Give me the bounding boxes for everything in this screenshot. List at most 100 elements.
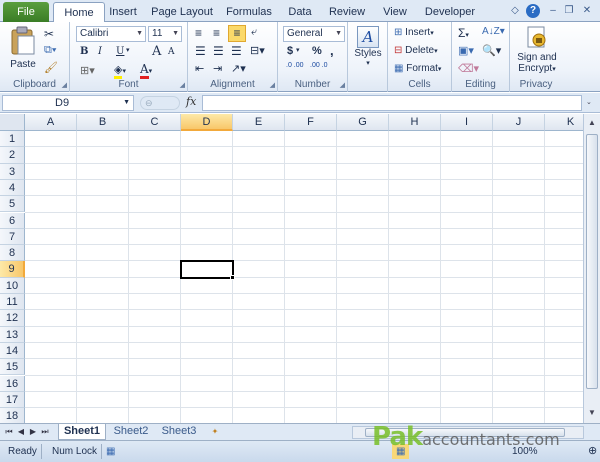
tab-data[interactable]: Data	[284, 2, 316, 22]
font-color-icon[interactable]: A▾	[140, 62, 152, 79]
fill-icon[interactable]: ▣▾	[458, 44, 474, 57]
tab-review[interactable]: Review	[326, 2, 368, 22]
active-cell[interactable]	[180, 260, 234, 279]
sign-encrypt-button[interactable]: Sign and Encrypt▾	[514, 25, 560, 75]
currency-dropdown-icon[interactable]: ▾	[296, 46, 300, 54]
tab-home[interactable]: Home	[53, 2, 105, 22]
vertical-scrollbar[interactable]: ▲ ▼	[583, 114, 600, 423]
row-header-1[interactable]: 1	[0, 131, 25, 148]
zoom-in-icon[interactable]: ⊕	[584, 444, 600, 459]
column-header-i[interactable]: I	[441, 114, 493, 131]
row-header-5[interactable]: 5	[0, 196, 25, 213]
underline-dropdown-icon[interactable]: ▾	[126, 46, 130, 54]
decrease-indent-icon[interactable]: ⇤	[195, 62, 204, 75]
vertical-scroll-thumb[interactable]	[586, 134, 598, 389]
restore-icon[interactable]: ❐	[562, 4, 576, 18]
styles-button[interactable]: A Styles ▾	[352, 26, 384, 67]
sheet-tab-sheet2[interactable]: Sheet2	[108, 424, 154, 440]
column-header-g[interactable]: G	[337, 114, 389, 131]
minimize-ribbon-icon[interactable]: ◇	[508, 4, 522, 18]
row-header-6[interactable]: 6	[0, 212, 25, 229]
sheet-tab-sheet1[interactable]: Sheet1	[58, 424, 106, 440]
sort-filter-icon[interactable]: A↓Z▾	[482, 26, 505, 37]
row-header-3[interactable]: 3	[0, 163, 25, 180]
insert-function-icon[interactable]: fx	[186, 95, 196, 108]
column-header-f[interactable]: F	[285, 114, 337, 131]
tab-file[interactable]: File	[3, 2, 49, 22]
fill-handle[interactable]	[230, 274, 235, 280]
row-header-17[interactable]: 17	[0, 391, 25, 409]
underline-button[interactable]: U	[116, 46, 124, 57]
macro-record-icon[interactable]: ▦	[102, 444, 119, 459]
row-header-12[interactable]: 12	[0, 310, 25, 327]
font-name-combo[interactable]: Calibri ▼	[76, 26, 146, 42]
number-format-combo[interactable]: General ▼	[283, 26, 345, 42]
number-launcher-icon[interactable]: ◢	[340, 81, 345, 89]
name-box[interactable]: D9 ▼	[2, 95, 134, 111]
top-align-icon[interactable]: ≡	[195, 26, 202, 40]
row-header-18[interactable]: 18	[0, 408, 25, 423]
bottom-align-icon[interactable]: ≡	[228, 25, 246, 42]
column-header-h[interactable]: H	[389, 114, 441, 131]
paste-button[interactable]: Paste	[8, 26, 38, 70]
select-all-corner[interactable]	[0, 114, 25, 131]
scroll-down-icon[interactable]: ▼	[584, 406, 600, 420]
percent-button[interactable]: %	[312, 45, 322, 57]
row-header-11[interactable]: 11	[0, 294, 25, 311]
tab-page-layout[interactable]: Page Layout	[150, 2, 214, 22]
sheet-tab-sheet3[interactable]: Sheet3	[156, 424, 202, 440]
increase-indent-icon[interactable]: ⇥	[213, 62, 222, 75]
column-header-c[interactable]: C	[129, 114, 181, 131]
delete-cells-button[interactable]: ⊟ Delete▾	[394, 45, 438, 56]
tab-insert[interactable]: Insert	[105, 2, 141, 22]
column-header-k[interactable]: K	[545, 114, 583, 131]
autosum-button[interactable]: Σ▾	[458, 26, 469, 40]
row-header-15[interactable]: 15	[0, 359, 25, 376]
row-header-9[interactable]: 9	[0, 261, 25, 278]
italic-button[interactable]: I	[98, 46, 102, 57]
next-sheet-icon[interactable]: ▶	[28, 426, 38, 438]
close-icon[interactable]: ✕	[580, 4, 594, 18]
row-header-2[interactable]: 2	[0, 147, 25, 164]
help-icon[interactable]: ?	[526, 4, 540, 18]
row-header-10[interactable]: 10	[0, 277, 25, 294]
grow-font-button[interactable]: A	[152, 44, 161, 59]
wrap-text-icon[interactable]: ⤶	[251, 26, 257, 39]
row-header-8[interactable]: 8	[0, 245, 25, 262]
orientation-icon[interactable]: ↗▾	[231, 62, 246, 75]
formula-input[interactable]	[202, 95, 582, 111]
center-icon[interactable]: ☰	[213, 44, 224, 58]
prev-sheet-icon[interactable]: ◀	[16, 426, 26, 438]
row-header-14[interactable]: 14	[0, 342, 25, 360]
row-header-4[interactable]: 4	[0, 179, 25, 197]
alignment-launcher-icon[interactable]: ◢	[270, 81, 275, 89]
align-left-icon[interactable]: ☰	[195, 44, 206, 58]
fill-color-icon[interactable]: ◈▾	[114, 63, 126, 79]
comma-button[interactable]: ,	[330, 43, 334, 58]
row-header-7[interactable]: 7	[0, 228, 25, 246]
shrink-font-button[interactable]: A	[168, 47, 175, 57]
merge-center-icon[interactable]: ⊟▾	[250, 44, 265, 57]
row-header-13[interactable]: 13	[0, 326, 25, 343]
tab-formulas[interactable]: Formulas	[224, 2, 274, 22]
formula-bar-resize-handle[interactable]: ⊖	[140, 96, 180, 110]
minimize-icon[interactable]: –	[546, 4, 560, 18]
last-sheet-icon[interactable]: ⏭	[40, 426, 50, 438]
column-header-j[interactable]: J	[493, 114, 545, 131]
borders-icon[interactable]: ⊞▾	[80, 64, 95, 77]
font-size-combo[interactable]: 11 ▼	[148, 26, 182, 42]
increase-decimal-button[interactable]: .0 .00	[286, 62, 310, 69]
insert-cells-button[interactable]: ⊞ Insert▾	[394, 27, 434, 38]
expand-formula-bar-icon[interactable]: ⌄	[586, 98, 592, 106]
copy-icon[interactable]: ⧉▾	[44, 44, 56, 57]
tab-developer[interactable]: Developer	[422, 2, 478, 22]
font-launcher-icon[interactable]: ◢	[180, 81, 185, 89]
scroll-up-icon[interactable]: ▲	[584, 116, 600, 130]
clear-icon[interactable]: ⌫▾	[458, 62, 479, 75]
decrease-decimal-button[interactable]: .00 .0	[310, 62, 334, 69]
tab-view[interactable]: View	[378, 2, 412, 22]
find-select-icon[interactable]: 🔍▾	[482, 44, 501, 57]
column-header-b[interactable]: B	[77, 114, 129, 131]
insert-sheet-icon[interactable]: ✦	[208, 426, 222, 438]
column-header-e[interactable]: E	[233, 114, 285, 131]
